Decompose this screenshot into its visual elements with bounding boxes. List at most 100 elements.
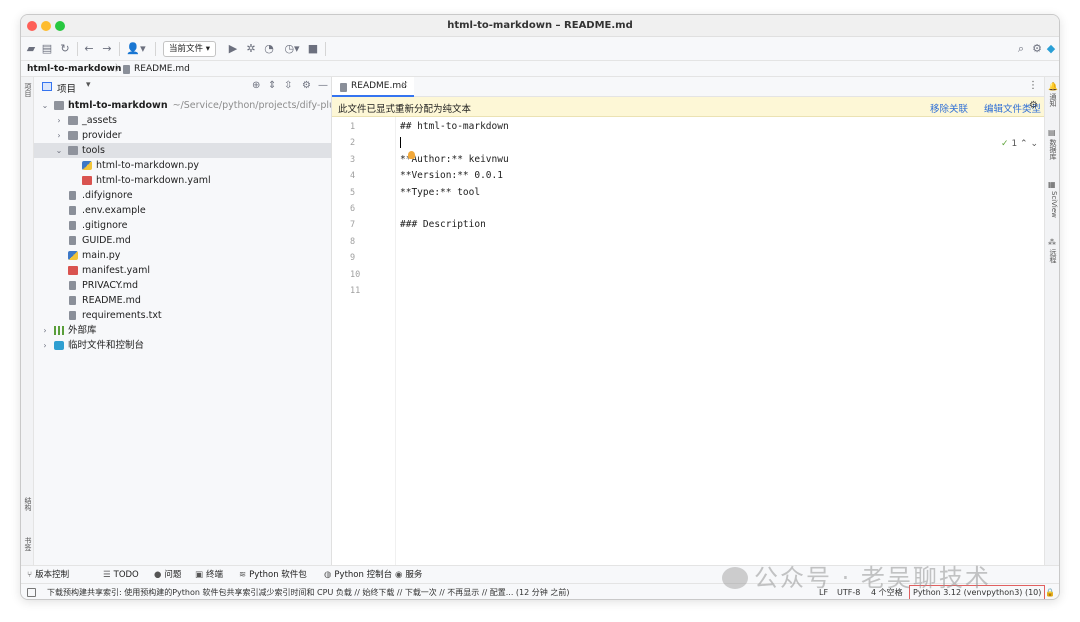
tree-item[interactable]: requirements.txt <box>34 308 331 323</box>
tool-window-label: 服务 <box>405 570 423 580</box>
hide-panel-icon[interactable]: — <box>318 80 328 91</box>
code-line[interactable]: ### Description <box>400 219 486 230</box>
problems-icon: ● <box>154 570 162 580</box>
sync-icon[interactable]: ↻ <box>59 42 71 56</box>
code-line[interactable]: **Type:** tool <box>400 187 480 198</box>
tree-item[interactable]: GUIDE.md <box>34 233 331 248</box>
close-icon[interactable]: × <box>401 80 409 90</box>
tree-item[interactable]: main.py <box>34 248 331 263</box>
text-file-icon <box>69 206 76 215</box>
file-type-banner: 此文件已显式重新分配为纯文本 移除关联 编辑文件类型 ⚙ <box>332 97 1046 117</box>
tool-window-button[interactable]: ☰ TODO <box>103 566 139 584</box>
tree-item[interactable]: manifest.yaml <box>34 263 331 278</box>
tree-item[interactable]: ⌄ html-to-markdown ~/Service/python/projec… <box>34 98 331 113</box>
options-gear-icon[interactable]: ⚙ <box>302 80 311 91</box>
debug-icon[interactable]: ✲ <box>245 42 257 56</box>
run-config-dropdown[interactable]: 当前文件 ▾ <box>163 41 216 57</box>
tree-item[interactable]: ⌄ tools <box>34 143 331 158</box>
chevron-right-icon[interactable]: › <box>40 338 50 353</box>
code-line[interactable]: **Author:** keivnwu <box>400 154 509 165</box>
search-icon[interactable]: ⌕ <box>1015 42 1027 56</box>
expand-all-icon[interactable]: ⇕ <box>268 80 276 91</box>
inspection-widget[interactable]: ✓ 1 ⌃ ⌄ <box>1001 139 1038 149</box>
navigation-bar: html-to-markdown 〉 README.md <box>21 61 1059 77</box>
banner-settings-gear-icon[interactable]: ⚙ <box>1029 100 1038 111</box>
tree-item-name: PRIVACY.md <box>82 280 139 291</box>
stop-icon[interactable]: ■ <box>307 42 319 56</box>
code-line[interactable]: ## html-to-markdown <box>400 121 509 132</box>
chevron-down-icon[interactable]: ⌄ <box>40 98 50 113</box>
tree-item-path: ~/Service/python/projects/dify-plugin/ <box>172 100 331 111</box>
tool-window-button[interactable]: ⑂ 版本控制 <box>27 566 69 584</box>
tree-item[interactable]: › _assets <box>34 113 331 128</box>
tree-item[interactable]: .difyignore <box>34 188 331 203</box>
profile-icon[interactable]: ◷▾ <box>281 42 303 56</box>
bookmarks-tool-button[interactable]: 书签 <box>22 537 33 551</box>
breadcrumb-project[interactable]: html-to-markdown <box>27 61 121 77</box>
lightbulb-icon[interactable] <box>408 151 415 159</box>
locate-file-icon[interactable]: ⊕ <box>252 80 260 91</box>
notifications-tool-button[interactable]: 通知 <box>1047 93 1058 107</box>
code-line[interactable]: **Version:** 0.0.1 <box>400 170 503 181</box>
tool-window-button[interactable]: ▣ 终端 <box>195 566 223 584</box>
tool-window-label: 终端 <box>206 570 224 580</box>
watermark-text: 公众号 · 老吴聊技术 <box>754 564 991 592</box>
tool-window-button[interactable]: ◉ 服务 <box>395 566 422 584</box>
line-number: 6 <box>350 204 356 214</box>
tree-item[interactable]: PRIVACY.md <box>34 278 331 293</box>
database-tool-button[interactable]: 数据库 <box>1047 139 1058 160</box>
python-file-icon <box>82 161 92 170</box>
gitignore-file-icon <box>69 221 76 230</box>
save-icon[interactable]: ▤ <box>41 42 53 56</box>
project-tool-button[interactable]: 项目 <box>22 83 33 97</box>
chevron-down-icon[interactable]: ▾ <box>86 80 91 90</box>
tab-readme[interactable]: README.md × <box>332 77 414 97</box>
remote-tool-button[interactable]: 远程 <box>1047 249 1058 263</box>
user-icon[interactable]: 👤▾ <box>125 42 147 56</box>
inspection-nav-icon[interactable]: ⌃ ⌄ <box>1020 139 1038 149</box>
tree-item-label: .env.example <box>82 203 146 218</box>
collapse-all-icon[interactable]: ⇳ <box>284 80 292 91</box>
tree-item-name: html-to-markdown <box>68 100 168 111</box>
tree-item[interactable]: › 外部库 <box>34 323 331 338</box>
tree-item[interactable]: html-to-markdown.yaml <box>34 173 331 188</box>
structure-tool-button[interactable]: 结构 <box>22 497 33 511</box>
more-options-icon[interactable]: ⋮ <box>1028 80 1038 91</box>
tree-item[interactable]: › 临时文件和控制台 <box>34 338 331 353</box>
left-tool-stripe: 项目 结构 书签 <box>21 77 34 565</box>
sciview-tool-button[interactable]: SciView <box>1047 191 1058 218</box>
remove-association-link[interactable]: 移除关联 <box>930 101 968 115</box>
tool-window-button[interactable]: ● 问题 <box>154 566 181 584</box>
run-icon[interactable]: ▶ <box>227 42 239 56</box>
breadcrumb-file[interactable]: README.md <box>134 61 190 77</box>
tree-item[interactable]: .gitignore <box>34 218 331 233</box>
editor-area: README.md × ⋮ 此文件已显式重新分配为纯文本 移除关联 编辑文件类型… <box>332 77 1046 565</box>
tree-item[interactable]: README.md <box>34 293 331 308</box>
remote-icon: ⁂ <box>1048 238 1056 247</box>
tree-item-name: .env.example <box>82 205 146 216</box>
ai-assistant-icon[interactable]: ◆ <box>1045 42 1057 56</box>
settings-gear-icon[interactable]: ⚙ <box>1031 42 1043 56</box>
chevron-right-icon[interactable]: › <box>54 128 64 143</box>
chevron-right-icon[interactable]: › <box>54 113 64 128</box>
tree-item-name: .gitignore <box>82 220 128 231</box>
tree-item-label: 外部库 <box>68 323 97 338</box>
lock-icon[interactable]: 🔒 <box>1045 584 1055 599</box>
tree-item[interactable]: html-to-markdown.py <box>34 158 331 173</box>
chevron-down-icon[interactable]: ⌄ <box>54 143 64 158</box>
tool-window-button[interactable]: ≋ Python 软件包 <box>239 566 307 584</box>
tool-window-button[interactable]: ◍ Python 控制台 <box>324 566 392 584</box>
open-folder-icon[interactable]: ▰ <box>25 42 37 56</box>
back-icon[interactable]: ← <box>83 42 95 56</box>
markdown-file-icon <box>123 65 130 74</box>
tree-item-name: .difyignore <box>82 190 133 201</box>
status-message[interactable]: 下载预构建共享索引: 使用预构建的Python 软件包共享索引减少索引时间和 C… <box>47 584 569 599</box>
window-title: html-to-markdown – README.md <box>447 20 633 31</box>
coverage-icon[interactable]: ◔ <box>263 42 275 56</box>
forward-icon[interactable]: → <box>101 42 113 56</box>
tree-item[interactable]: › provider <box>34 128 331 143</box>
tree-item[interactable]: .env.example <box>34 203 331 218</box>
toggle-tool-windows-icon[interactable] <box>27 588 36 597</box>
project-panel-title[interactable]: 项目 <box>57 81 76 95</box>
chevron-right-icon[interactable]: › <box>40 323 50 338</box>
